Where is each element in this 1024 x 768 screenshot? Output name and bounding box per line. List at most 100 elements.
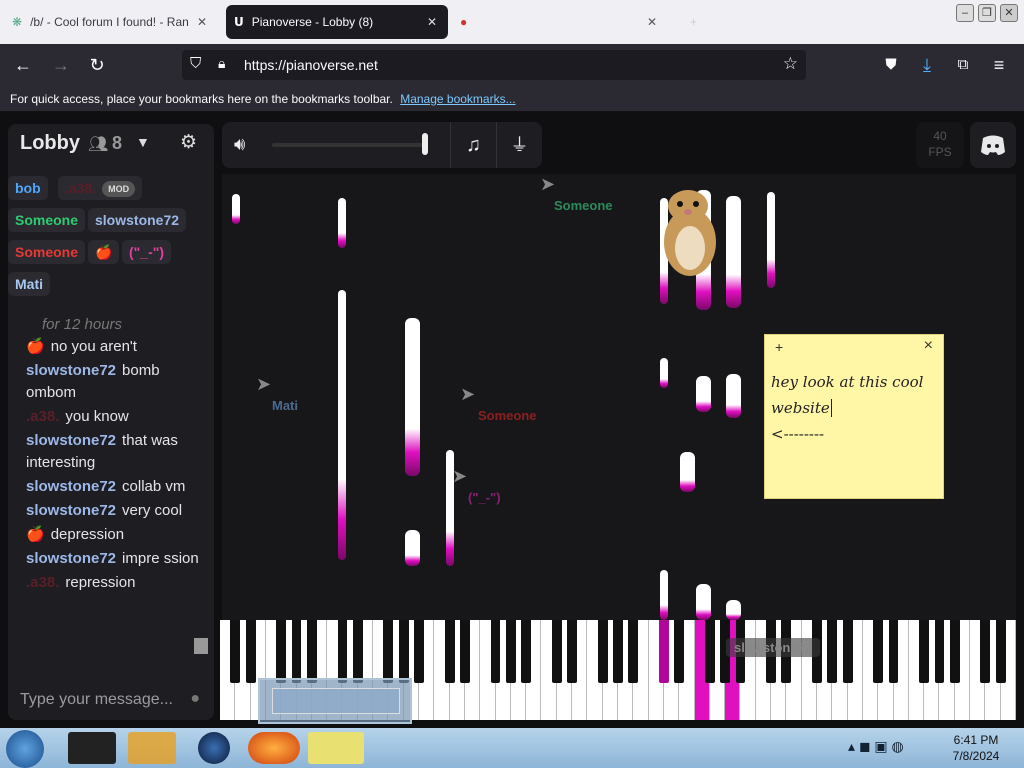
chat-author[interactable]: slowstone72	[26, 362, 116, 379]
falling-note	[767, 192, 775, 288]
plug-icon[interactable]: ⏚	[496, 122, 542, 168]
taskbar-app-icon[interactable]	[68, 732, 116, 764]
discord-button[interactable]	[970, 122, 1016, 168]
reload-icon[interactable]: ↻	[86, 54, 108, 76]
black-key[interactable]	[873, 620, 884, 683]
black-key[interactable]	[919, 620, 930, 683]
black-key[interactable]	[827, 620, 838, 683]
volume-icon[interactable]: 🔊︎	[234, 134, 245, 155]
black-key[interactable]	[383, 620, 394, 683]
black-key[interactable]	[659, 620, 669, 683]
clock[interactable]: 6:41 PM 7/8/2024	[936, 732, 1016, 764]
downloads-icon[interactable]: ⤓	[916, 54, 938, 76]
shield-icon[interactable]: ⛉	[190, 55, 201, 72]
cursor-pointer-icon: ➤	[540, 174, 556, 194]
user-pill[interactable]: Someone	[8, 240, 86, 264]
chat-author[interactable]: slowstone72	[26, 432, 116, 449]
black-key[interactable]	[352, 620, 363, 683]
user-pill[interactable]: bob	[8, 176, 48, 200]
start-orb-icon[interactable]	[6, 730, 44, 768]
chat-scrollbar[interactable]	[194, 318, 208, 654]
chat-author[interactable]: .a38.	[26, 408, 59, 425]
user-pill[interactable]: slowstone72	[88, 208, 187, 232]
volume-handle[interactable]	[422, 133, 428, 155]
lock-icon[interactable]: 🔒︎	[218, 55, 225, 72]
black-key[interactable]	[888, 620, 899, 683]
minimize-button[interactable]: –	[956, 4, 974, 22]
chat-author[interactable]: slowstone72	[26, 550, 116, 567]
black-key[interactable]	[521, 620, 532, 683]
firefox-icon[interactable]	[248, 732, 300, 764]
chat-input[interactable]: Type your message... ●	[8, 680, 214, 720]
bookmark-star-icon[interactable]: ☆	[783, 54, 798, 74]
black-key[interactable]	[597, 620, 608, 683]
user-pill[interactable]: Mati	[8, 272, 50, 296]
user-pill[interactable]: Someone	[8, 208, 86, 232]
black-key[interactable]	[567, 620, 577, 683]
black-key[interactable]	[230, 620, 241, 683]
volume-slider[interactable]	[272, 133, 428, 155]
black-key[interactable]	[980, 620, 991, 683]
back-icon[interactable]: ←	[12, 54, 34, 76]
black-key[interactable]	[674, 620, 685, 683]
sticky-note-window[interactable]: + × hey look at this cool website <-----…	[764, 334, 944, 499]
new-tab-button[interactable]: +	[682, 5, 712, 39]
tab-pianoverse[interactable]: ᑌ Pianoverse - Lobby (8) ✕	[226, 5, 448, 39]
black-key[interactable]	[628, 620, 639, 683]
black-key[interactable]	[444, 620, 455, 683]
black-key[interactable]	[291, 620, 302, 683]
black-key[interactable]	[505, 620, 516, 683]
user-pill[interactable]: 🍎	[88, 240, 120, 264]
media-player-icon[interactable]	[128, 732, 176, 764]
tab-third[interactable]: ● ✕	[452, 5, 668, 39]
manage-bookmarks-link[interactable]: Manage bookmarks...	[400, 92, 515, 106]
forward-icon[interactable]: →	[50, 54, 72, 76]
chat-author[interactable]: 🍎	[26, 338, 45, 355]
black-key[interactable]	[337, 620, 348, 683]
black-key[interactable]	[995, 620, 1006, 683]
emoji-icon[interactable]: ●	[190, 690, 200, 708]
close-note-icon[interactable]: ×	[924, 337, 933, 355]
music-note-icon[interactable]: ♫	[450, 122, 496, 168]
chat-author[interactable]: .a38.	[26, 574, 59, 591]
black-key[interactable]	[306, 620, 317, 683]
black-key[interactable]	[398, 620, 409, 683]
add-note-icon[interactable]: +	[775, 339, 783, 355]
sticky-notes-taskbar-icon[interactable]	[308, 732, 364, 764]
chat-author[interactable]: slowstone72	[26, 478, 116, 495]
sticky-note-text[interactable]: hey look at this cool website <--------	[771, 369, 941, 447]
black-key[interactable]	[704, 620, 715, 683]
chat-message: .a38. you know	[26, 406, 202, 428]
chevron-down-icon[interactable]: ▼	[136, 134, 150, 150]
user-name: Someone	[15, 212, 79, 228]
tab-close-icon[interactable]: ✕	[424, 15, 440, 29]
chat-author[interactable]: 🍎	[26, 526, 45, 543]
tab-close-icon[interactable]: ✕	[644, 15, 660, 29]
url-text[interactable]: https://pianoverse.net	[244, 57, 378, 73]
black-key[interactable]	[949, 620, 960, 683]
chat-author[interactable]: slowstone72	[26, 502, 116, 519]
black-key[interactable]	[551, 620, 562, 683]
black-key[interactable]	[245, 620, 256, 683]
restore-button[interactable]: ❐	[978, 4, 996, 22]
black-key[interactable]	[613, 620, 623, 683]
black-key[interactable]	[276, 620, 287, 683]
globe-icon[interactable]	[198, 732, 230, 764]
menu-icon[interactable]: ≡	[988, 54, 1010, 76]
pocket-icon[interactable]: ⛊	[880, 54, 902, 76]
url-bar[interactable]: ⛉ 🔒︎ https://pianoverse.net ☆	[182, 50, 806, 80]
tab-forum[interactable]: ❋ /b/ - Cool forum I found! - Ran ✕	[4, 5, 218, 39]
user-pill[interactable]: ("_-")	[122, 240, 172, 264]
user-pill[interactable]: .a38. MOD	[58, 176, 143, 200]
black-key[interactable]	[414, 620, 424, 683]
black-key[interactable]	[490, 620, 501, 683]
black-key[interactable]	[934, 620, 945, 683]
gear-icon[interactable]: ⚙	[180, 131, 197, 154]
tray-icons[interactable]: ▴ ◼ ▣ ◍	[848, 738, 904, 755]
black-key[interactable]	[460, 620, 470, 683]
black-key[interactable]	[842, 620, 853, 683]
tab-close-icon[interactable]: ✕	[194, 15, 210, 29]
close-window-button[interactable]: ✕	[1000, 4, 1018, 22]
extensions-icon[interactable]: ⧉	[952, 54, 974, 76]
bookmarks-toolbar: For quick access, place your bookmarks h…	[0, 86, 1024, 112]
